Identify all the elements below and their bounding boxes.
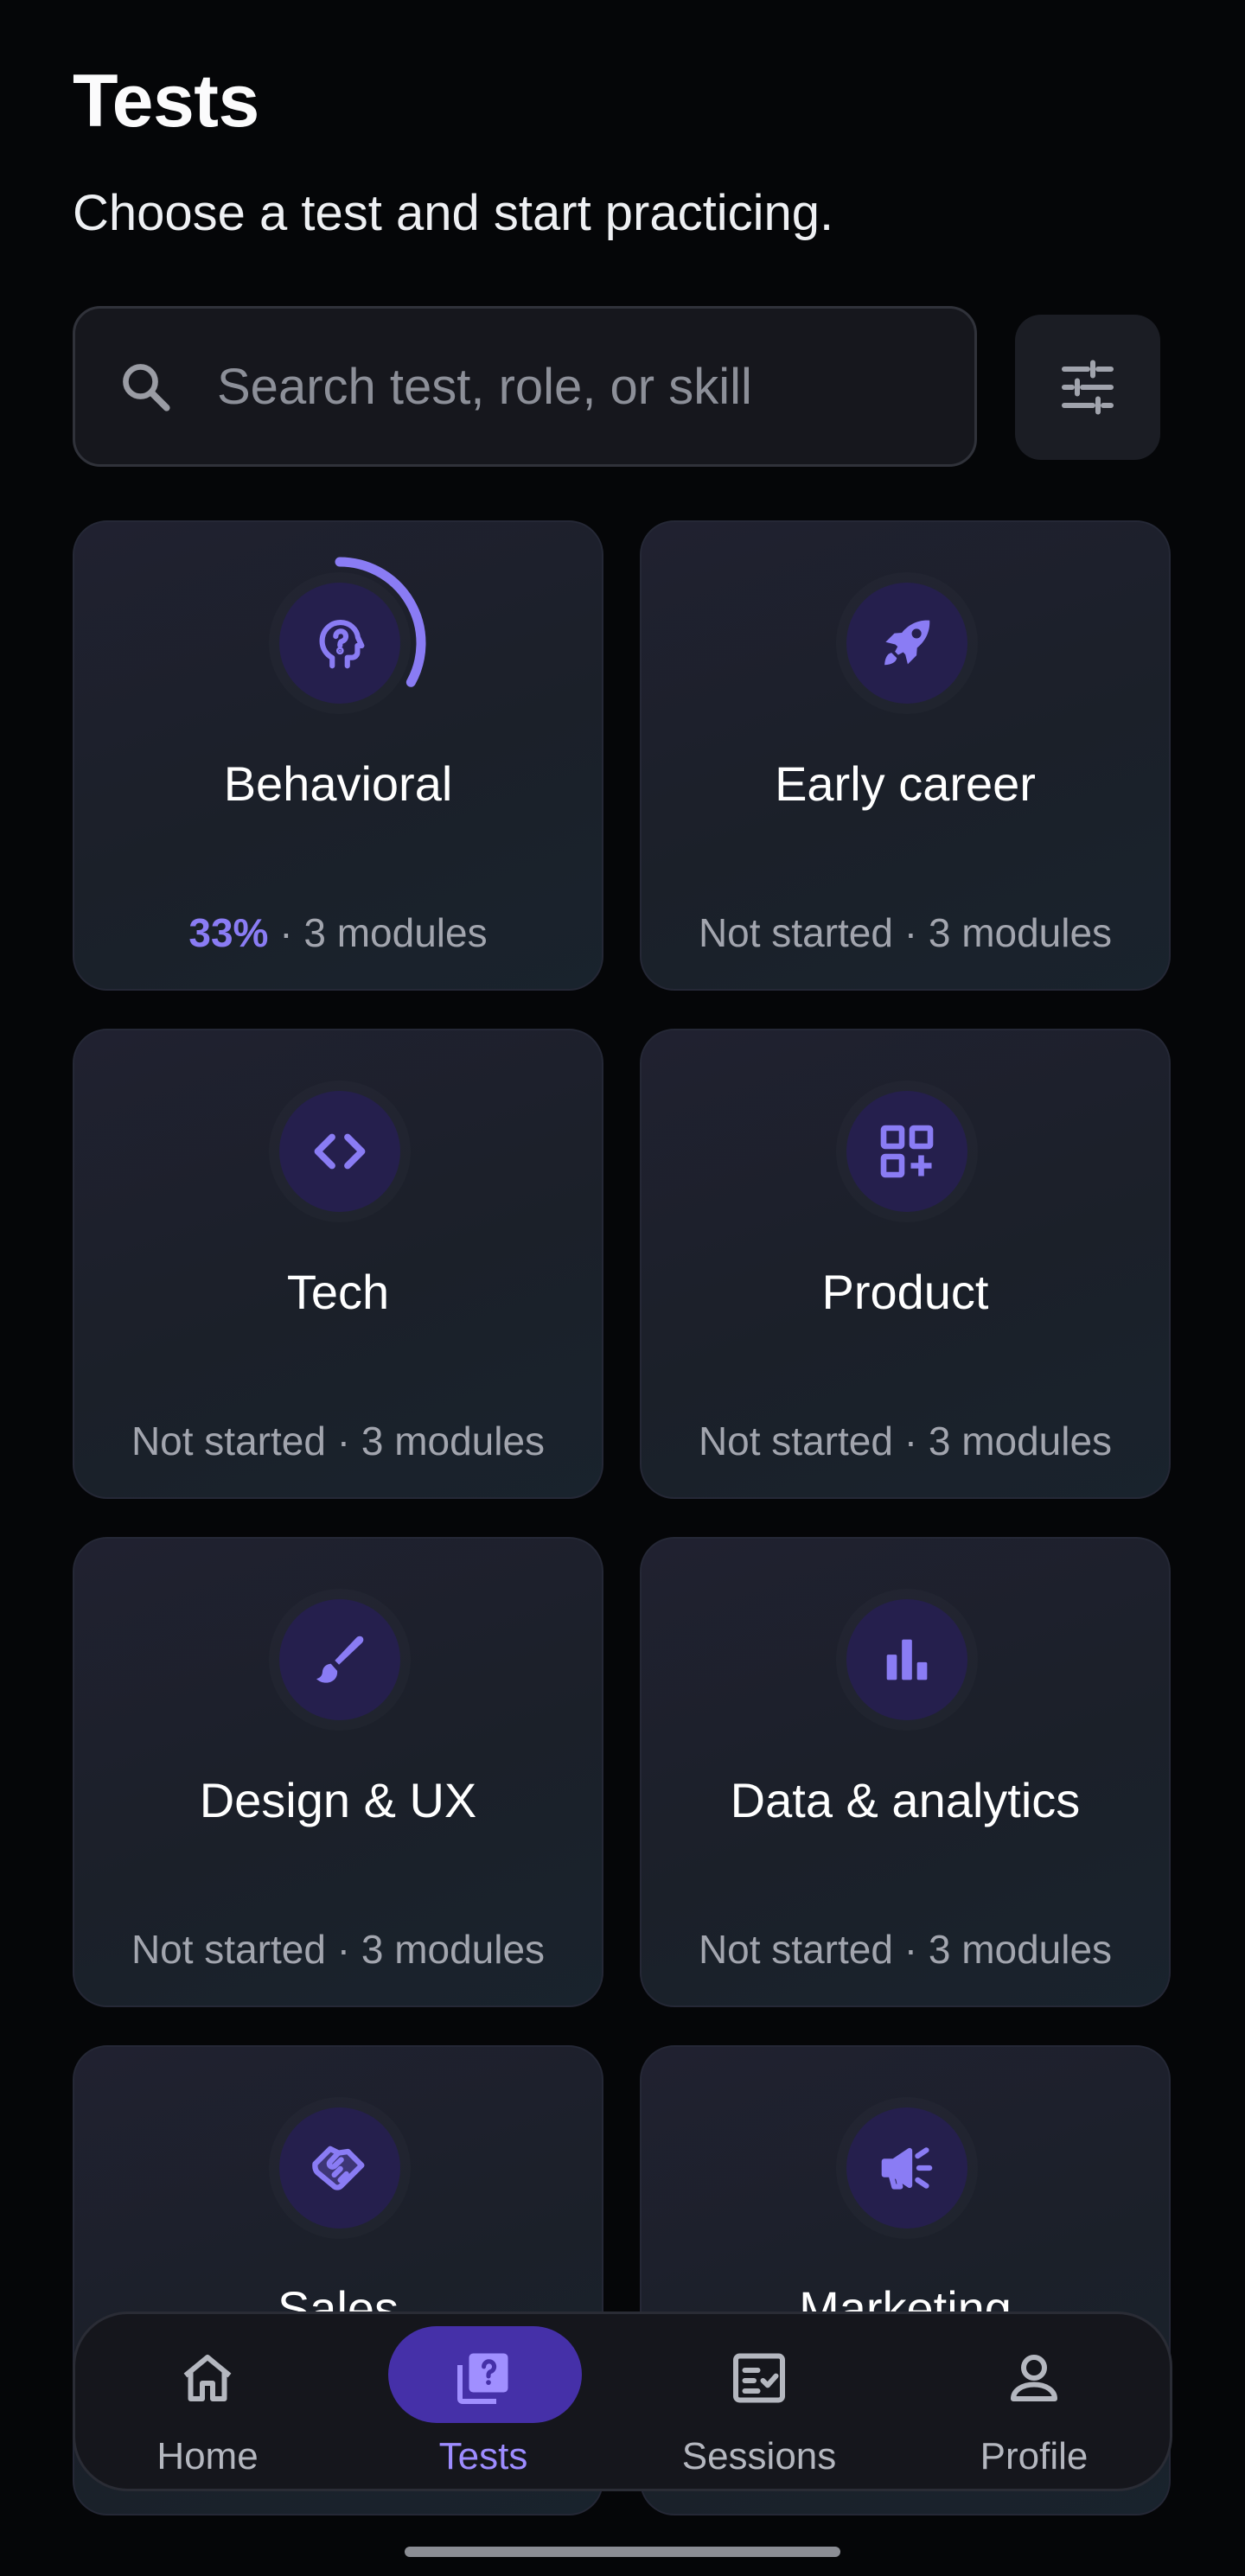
nav-item-sessions[interactable]: Sessions [664, 2314, 854, 2494]
card-meta: Not started · 3 modules [642, 909, 1169, 956]
search-input[interactable] [217, 357, 974, 416]
icon-circle [846, 583, 967, 704]
filter-button[interactable] [1015, 315, 1160, 460]
status-text: Not started [698, 910, 893, 955]
card-meta: 33% · 3 modules [74, 909, 602, 956]
brush-icon [316, 1636, 364, 1683]
progress-arc [335, 557, 426, 687]
card-title: Behavioral [223, 756, 453, 811]
progress-percent: 33% [188, 910, 269, 955]
nav-label: Profile [980, 2435, 1089, 2477]
bottom-nav: Home Tests Sessions Profile [73, 2311, 1172, 2491]
status-text: Not started [698, 1927, 893, 1972]
meta-separator: · [892, 910, 929, 955]
icon-circle [846, 2107, 967, 2228]
home-icon [183, 2355, 232, 2401]
test-card-data-analytics[interactable]: Data & analytics Not started · 3 modules [640, 1537, 1171, 2007]
icon-circle [846, 1599, 967, 1720]
icon-circle [279, 2107, 400, 2228]
icon-circle [846, 1091, 967, 1212]
page-title: Tests [73, 60, 259, 143]
megaphone-icon [881, 2147, 933, 2190]
icon-circle [279, 1599, 400, 1720]
test-card-product[interactable]: Product Not started · 3 modules [640, 1029, 1171, 1499]
card-meta: Not started · 3 modules [642, 1418, 1169, 1464]
card-title: Product [821, 1265, 989, 1319]
bar-chart-icon [886, 1639, 928, 1680]
card-title: Early career [775, 756, 1036, 811]
sliders-icon [1062, 360, 1114, 415]
home-indicator [405, 2547, 840, 2557]
meta-separator: · [268, 910, 304, 955]
search-icon [123, 364, 170, 411]
nav-item-tests[interactable]: Tests [388, 2314, 582, 2494]
person-icon [1011, 2355, 1057, 2401]
icon-circle [279, 1091, 400, 1212]
code-icon [314, 1133, 366, 1170]
module-count: 3 modules [361, 1419, 546, 1463]
card-title: Tech [286, 1265, 390, 1319]
progress-ring [335, 557, 426, 687]
test-card-tech[interactable]: Tech Not started · 3 modules [73, 1029, 603, 1499]
nav-label: Sessions [681, 2435, 837, 2477]
meta-separator: · [325, 1927, 361, 1972]
nav-label: Tests [438, 2435, 528, 2477]
nav-label: Home [156, 2435, 259, 2477]
grid-plus-icon [880, 1125, 934, 1178]
card-title: Design & UX [199, 1773, 477, 1827]
module-count: 3 modules [303, 910, 488, 955]
status-text: Not started [131, 1927, 326, 1972]
card-meta: Not started · 3 modules [642, 1926, 1169, 1973]
status-text: Not started [698, 1419, 893, 1463]
nav-item-profile[interactable]: Profile [939, 2314, 1129, 2494]
quiz-icon [457, 2353, 508, 2404]
test-card-design-ux[interactable]: Design & UX Not started · 3 modules [73, 1537, 603, 2007]
card-title: Data & analytics [730, 1773, 1081, 1827]
test-card-early-career[interactable]: Early career Not started · 3 modules [640, 520, 1171, 991]
module-count: 3 modules [928, 1419, 1113, 1463]
rocket-icon [884, 620, 930, 666]
search-bar[interactable] [73, 306, 977, 467]
module-count: 3 modules [361, 1927, 546, 1972]
test-card-behavioral[interactable]: Behavioral 33% · 3 modules [73, 520, 603, 991]
status-text: Not started [131, 1419, 326, 1463]
meta-separator: · [892, 1419, 929, 1463]
card-meta: Not started · 3 modules [74, 1418, 602, 1464]
module-count: 3 modules [928, 910, 1113, 955]
meta-separator: · [325, 1419, 361, 1463]
page-subtitle: Choose a test and start practicing. [73, 185, 834, 241]
module-count: 3 modules [928, 1927, 1113, 1972]
handshake-icon [312, 2146, 365, 2190]
nav-item-home[interactable]: Home [112, 2314, 303, 2494]
card-meta: Not started · 3 modules [74, 1926, 602, 1973]
meta-separator: · [892, 1927, 929, 1972]
checklist-icon [733, 2353, 785, 2403]
